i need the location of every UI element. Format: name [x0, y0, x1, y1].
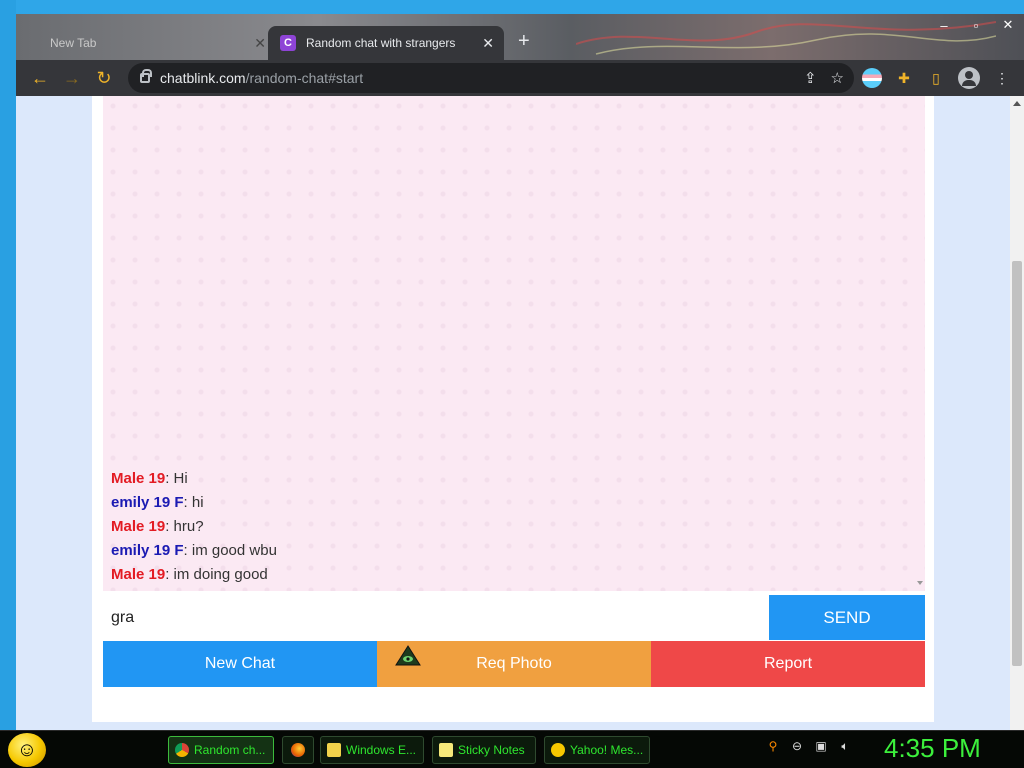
close-icon[interactable]: ✕ [254, 35, 266, 52]
close-icon[interactable]: ✕ [482, 35, 494, 52]
message-list: Male 19: Hi emily 19 F: hi Male 19: hru?… [111, 467, 277, 587]
side-panel-icon[interactable]: ▯ [926, 68, 946, 88]
menu-kebab-icon[interactable]: ⋮ [992, 68, 1012, 88]
taskbar: ☺ Random ch... Windows E... Sticky Notes… [0, 730, 1024, 768]
url-host: chatblink.com [160, 70, 246, 86]
tab-random-chat[interactable]: C Random chat with strangers ✕ [268, 26, 504, 60]
tab-label: Random chat with strangers [306, 36, 456, 50]
taskbar-label: Windows E... [346, 743, 417, 757]
message-text: : hru? [165, 518, 204, 535]
browser-toolbar: ← → ↻ chatblink.com/random-chat#start ⇪ … [16, 60, 1024, 96]
taskbar-item-windows-explorer[interactable]: Windows E... [320, 736, 424, 764]
tab-label: New Tab [50, 36, 97, 50]
volume-icon[interactable]: 🔈︎ [838, 739, 852, 753]
sender-name: Male 19 [111, 518, 166, 535]
taskbar-item-yahoo-messenger[interactable]: Yahoo! Mes... [544, 736, 650, 764]
chat-scroll-down-icon[interactable] [917, 581, 923, 585]
report-button[interactable]: Report [651, 641, 925, 687]
lock-icon[interactable] [140, 69, 152, 83]
taskbar-clock[interactable]: 4:35 PM [884, 733, 981, 764]
chat-message: emily 19 F: hi [111, 491, 277, 515]
yahoo-messenger-icon [551, 743, 565, 757]
new-chat-label: New Chat [204, 655, 276, 672]
browser-window: New Tab ✕ C Random chat with strangers ✕… [16, 14, 1024, 730]
taskbar-item-sticky-notes[interactable]: Sticky Notes [432, 736, 536, 764]
taskbar-item-firefox[interactable] [282, 736, 314, 764]
minimize-icon[interactable]: – [934, 16, 954, 34]
page-scrollbar[interactable] [1010, 96, 1024, 730]
message-text: : im good wbu [183, 542, 277, 559]
search-icon[interactable]: ⚲ [766, 739, 780, 753]
chat-actions: New Chat Req Photo Report [103, 641, 925, 687]
taskbar-label: Sticky Notes [458, 743, 525, 757]
sender-name: Male 19 [111, 566, 166, 583]
chat-message: Male 19: Hi [111, 467, 277, 491]
web-page: Male 19: Hi emily 19 F: hi Male 19: hru?… [16, 96, 1010, 730]
start-smiley-icon[interactable]: ☺ [8, 733, 46, 767]
eye-pyramid-icon [395, 645, 421, 666]
bookmark-star-icon[interactable]: ☆ [831, 69, 844, 87]
reload-icon[interactable]: ↻ [88, 62, 120, 94]
desktop-edge [0, 0, 16, 730]
taskbar-label: Random ch... [194, 743, 266, 757]
sticky-notes-icon [439, 743, 453, 757]
chat-log[interactable]: Male 19: Hi emily 19 F: hi Male 19: hru?… [103, 96, 925, 591]
extension-flag-icon[interactable] [862, 68, 882, 88]
new-chat-button[interactable]: New Chat [103, 641, 377, 687]
sender-name: emily 19 F [111, 494, 184, 511]
share-icon[interactable]: ⇪ [804, 69, 817, 87]
chat-message: Male 19: hru? [111, 515, 277, 539]
send-button[interactable]: SEND [769, 595, 925, 640]
chrome-icon [175, 743, 189, 757]
network-icon[interactable]: ▣ [814, 739, 828, 753]
url-path: /random-chat#start [245, 70, 364, 86]
system-tray: ⚲ ⊖ ▣ 🔈︎ [766, 739, 852, 754]
minus-circle-icon[interactable]: ⊖ [790, 739, 804, 753]
message-input[interactable] [103, 595, 769, 640]
sender-name: Male 19 [111, 470, 166, 487]
firefox-icon [291, 743, 305, 757]
maximize-icon[interactable]: ▫ [966, 16, 986, 34]
chatblink-favicon-icon: C [280, 35, 296, 51]
address-bar[interactable]: chatblink.com/random-chat#start ⇪ ☆ [128, 63, 854, 93]
req-photo-button[interactable]: Req Photo [377, 641, 651, 687]
extensions-puzzle-icon[interactable]: ✚ [894, 68, 914, 88]
window-close-icon[interactable]: ✕ [998, 16, 1018, 34]
tab-new-tab[interactable]: New Tab ✕ [40, 26, 266, 60]
back-arrow-icon[interactable]: ← [24, 62, 56, 94]
folder-icon [327, 743, 341, 757]
chat-message: Male 19: im doing good [111, 563, 277, 587]
req-photo-label: Req Photo [476, 655, 552, 672]
scrollbar-thumb[interactable] [1012, 261, 1022, 666]
report-label: Report [763, 655, 813, 672]
tab-strip: New Tab ✕ C Random chat with strangers ✕… [16, 14, 1024, 60]
message-text: : hi [183, 494, 204, 511]
scroll-up-icon[interactable] [1013, 101, 1021, 106]
message-text: : Hi [165, 470, 188, 487]
taskbar-item-chrome[interactable]: Random ch... [168, 736, 274, 764]
chat-message: emily 19 F: im good wbu [111, 539, 277, 563]
compose-row: SEND [103, 595, 925, 640]
theme-decoration [576, 21, 996, 55]
taskbar-label: Yahoo! Mes... [570, 743, 644, 757]
forward-arrow-icon[interactable]: → [56, 62, 88, 94]
sender-name: emily 19 F [111, 542, 184, 559]
chat-card: Male 19: Hi emily 19 F: hi Male 19: hru?… [92, 96, 934, 722]
new-tab-plus-icon[interactable]: + [518, 30, 530, 53]
message-text: : im doing good [165, 566, 268, 583]
profile-avatar-icon[interactable] [958, 67, 980, 89]
